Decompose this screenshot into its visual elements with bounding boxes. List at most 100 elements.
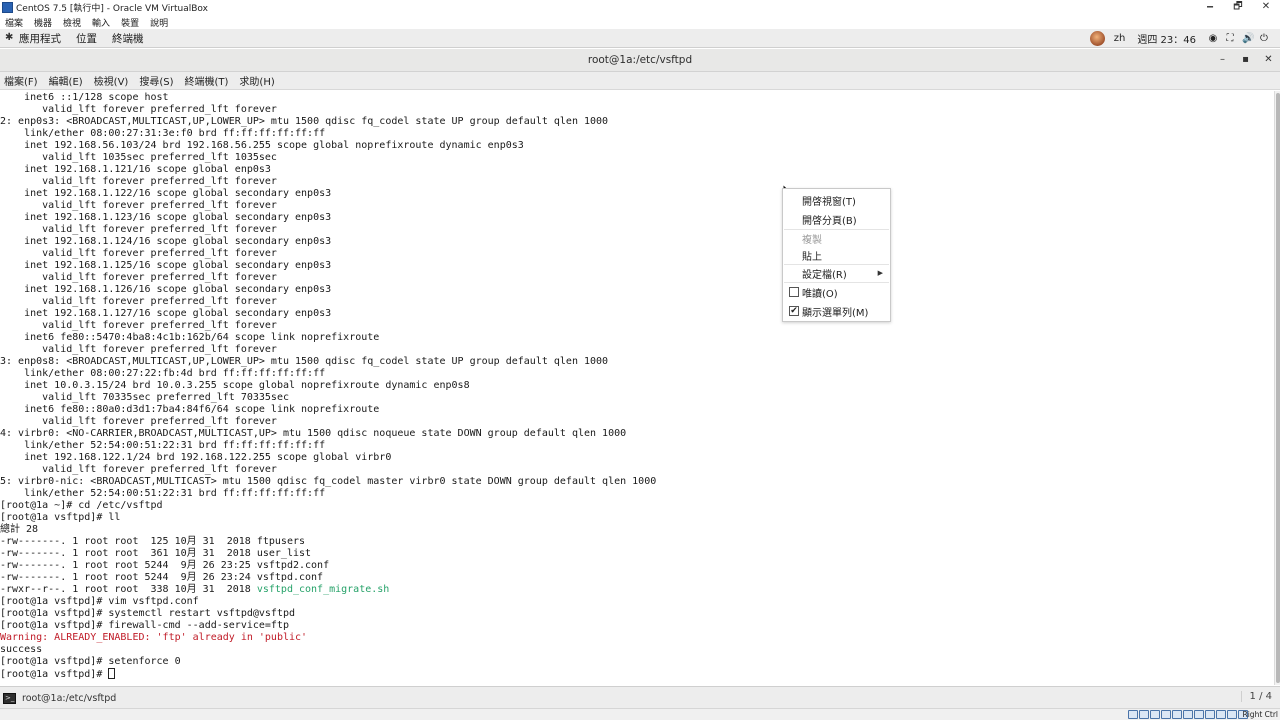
recording-icon[interactable] xyxy=(1205,710,1215,719)
host-key-label: Right Ctrl xyxy=(1242,710,1278,719)
terminal-line-text: valid_lft 1035sec preferred_lft 1035sec xyxy=(0,152,277,163)
terminal-line: -rw-------. 1 root root 125 10月 31 2018 … xyxy=(0,536,1274,548)
terminal-app-label: 終端機 xyxy=(112,32,144,45)
ctx-show-menubar[interactable]: 顯示選單列(M) xyxy=(802,304,868,319)
mouse-integration-icon[interactable] xyxy=(1227,710,1237,719)
terminal-line-text: link/ether 08:00:27:22:fb:4d brd ff:ff:f… xyxy=(0,368,326,379)
terminal-line-text: valid_lft forever preferred_lft forever xyxy=(0,248,277,259)
submenu-arrow-icon: ▶ xyxy=(877,269,883,277)
vbox-menu-file[interactable]: 檔案 xyxy=(5,16,23,29)
terminal-line-text: inet 192.168.122.1/24 brd 192.168.122.25… xyxy=(0,452,392,463)
terminal-line-text: inet6 ::1/128 scope host xyxy=(0,92,169,103)
input-method-indicator[interactable]: zh xyxy=(1114,33,1126,44)
gnome-applications-menu[interactable]: ✱ 應用程式 xyxy=(0,31,61,46)
workspace-indicator[interactable]: 1 / 4 xyxy=(1240,691,1272,702)
vbox-menu-devices[interactable]: 裝置 xyxy=(121,16,139,29)
vbox-menu-help[interactable]: 說明 xyxy=(150,16,168,29)
vbox-statusbar: Right Ctrl xyxy=(0,708,1280,720)
power-icon[interactable]: ⏻ xyxy=(1259,33,1269,44)
terminal-line: link/ether 08:00:27:31:3e:f0 brd ff:ff:f… xyxy=(0,128,1274,140)
terminal-menu-terminal[interactable]: 終端機(T) xyxy=(185,73,229,88)
terminal-scrollbar[interactable] xyxy=(1274,91,1280,685)
terminal-menu-view[interactable]: 檢視(V) xyxy=(94,73,129,88)
gnome-status-area: zh 週四 23：46 ◉ ⛶ 🔊 ⏻ xyxy=(1089,29,1276,48)
terminal-line: [root@1a ~]# cd /etc/vsftpd xyxy=(0,500,1274,512)
terminal-menu-search[interactable]: 搜尋(S) xyxy=(139,73,173,88)
terminal-line-text: inet 192.168.1.122/16 scope global secon… xyxy=(0,188,332,199)
applications-icon: ✱ xyxy=(5,32,14,43)
shared-folder-icon[interactable] xyxy=(1183,710,1193,719)
terminal-line: inet 192.168.1.123/16 scope global secon… xyxy=(0,212,1274,224)
terminal-line-text: valid_lft forever preferred_lft forever xyxy=(0,224,277,235)
volume-icon[interactable]: 🔊 xyxy=(1242,33,1254,44)
ctx-read-only[interactable]: 唯讀(O) xyxy=(802,285,838,300)
terminal-line: inet6 fe80::5470:4ba8:4c1b:162b/64 scope… xyxy=(0,332,1274,344)
user-avatar-icon[interactable] xyxy=(1089,31,1105,46)
terminal-maximize-icon[interactable]: ▪ xyxy=(1234,52,1257,68)
ctx-open-window[interactable]: 開啓視窗(T) xyxy=(802,193,856,208)
vbox-menu-input[interactable]: 輸入 xyxy=(92,16,110,29)
terminal-line-text: inet 192.168.56.103/24 brd 192.168.56.25… xyxy=(0,140,524,151)
audio-icon[interactable] xyxy=(1150,710,1160,719)
gnome-places-menu[interactable]: 位置 xyxy=(76,31,97,46)
terminal-line: -rw-------. 1 root root 5244 9月 26 23:24… xyxy=(0,572,1274,584)
taskbar-terminal-item[interactable]: >_ root@1a:/etc/vsftpd xyxy=(3,690,116,706)
terminal-line: inet 192.168.1.126/16 scope global secon… xyxy=(0,284,1274,296)
accessibility-icon[interactable]: ◉ xyxy=(1208,33,1218,44)
close-icon[interactable]: ✕ xyxy=(1252,0,1280,15)
terminal-cursor xyxy=(108,668,116,679)
terminal-menu-help[interactable]: 求助(H) xyxy=(239,73,274,88)
scrollbar-thumb[interactable] xyxy=(1276,93,1280,683)
terminal-menu-file[interactable]: 檔案(F) xyxy=(4,73,38,88)
vbox-window-title: CentOS 7.5 [執行中] - Oracle VM VirtualBox xyxy=(16,4,208,14)
vbox-menu-view[interactable]: 檢視 xyxy=(63,16,81,29)
show-menubar-checkbox[interactable]: ✔ xyxy=(789,306,799,316)
terminal-line-text: -rw-------. 1 root root 5244 9月 26 23:24… xyxy=(0,572,324,583)
terminal-line-text: [root@1a vsftpd]# vim vsftpd.conf xyxy=(0,596,199,607)
clock[interactable]: 週四 23：46 xyxy=(1137,31,1196,46)
readonly-checkbox[interactable] xyxy=(789,287,799,297)
executable-filename: vsftpd_conf_migrate.sh xyxy=(256,584,390,595)
terminal-line-text: inet 192.168.1.127/16 scope global secon… xyxy=(0,308,332,319)
terminal-line: success xyxy=(0,644,1274,656)
terminal-line: [root@1a vsftpd]# vim vsftpd.conf xyxy=(0,596,1274,608)
terminal-line-text: 總計 28 xyxy=(0,524,39,535)
terminal-line: valid_lft forever preferred_lft forever xyxy=(0,296,1274,308)
terminal-title-bar: root@1a:/etc/vsftpd – ▪ ✕ xyxy=(0,49,1280,72)
cpu-icon[interactable] xyxy=(1216,710,1226,719)
hdd-icon[interactable] xyxy=(1128,710,1138,719)
vbox-device-icons xyxy=(1127,710,1248,719)
terminal-line-text: valid_lft forever preferred_lft forever xyxy=(0,416,277,427)
terminal-output[interactable]: inet6 ::1/128 scope host valid_lft forev… xyxy=(0,91,1274,685)
terminal-line-text: 2: enp0s3: <BROADCAST,MULTICAST,UP,LOWER… xyxy=(0,116,609,127)
terminal-line: valid_lft forever preferred_lft forever xyxy=(0,248,1274,260)
terminal-line-text: valid_lft forever preferred_lft forever xyxy=(0,464,277,475)
vbox-menu-machine[interactable]: 機器 xyxy=(34,16,52,29)
terminal-minimize-icon[interactable]: – xyxy=(1211,52,1234,68)
network-adapter-icon[interactable] xyxy=(1161,710,1171,719)
ctx-separator xyxy=(784,264,889,265)
display-icon[interactable] xyxy=(1194,710,1204,719)
terminal-line-text: inet 192.168.1.123/16 scope global secon… xyxy=(0,212,332,223)
ctx-open-tab[interactable]: 開啓分頁(B) xyxy=(802,212,857,227)
terminal-menu-edit[interactable]: 編輯(E) xyxy=(49,73,83,88)
gnome-terminal-menu[interactable]: 終端機 xyxy=(112,31,144,46)
terminal-line: valid_lft forever preferred_lft forever xyxy=(0,200,1274,212)
ctx-paste[interactable]: 貼上 xyxy=(802,248,822,263)
restore-icon[interactable]: 🗗 xyxy=(1224,0,1252,15)
taskbar-item-label: root@1a:/etc/vsftpd xyxy=(22,692,117,704)
terminal-line-text: link/ether 52:54:00:51:22:31 brd ff:ff:f… xyxy=(0,440,326,451)
terminal-line: valid_lft forever preferred_lft forever xyxy=(0,272,1274,284)
ctx-profiles[interactable]: 設定檔(R) xyxy=(802,266,847,281)
usb-icon[interactable] xyxy=(1172,710,1182,719)
terminal-line: inet 192.168.1.124/16 scope global secon… xyxy=(0,236,1274,248)
network-icon[interactable]: ⛶ xyxy=(1225,33,1235,44)
terminal-line-text: valid_lft forever preferred_lft forever xyxy=(0,272,277,283)
minimize-icon[interactable]: 🗕 xyxy=(1196,0,1224,15)
vbox-window-controls: 🗕 🗗 ✕ xyxy=(1196,0,1280,15)
terminal-line: [root@1a vsftpd]# systemctl restart vsft… xyxy=(0,608,1274,620)
optical-drive-icon[interactable] xyxy=(1139,710,1149,719)
terminal-close-icon[interactable]: ✕ xyxy=(1257,52,1280,68)
terminal-line: link/ether 52:54:00:51:22:31 brd ff:ff:f… xyxy=(0,488,1274,500)
terminal-line: valid_lft 1035sec preferred_lft 1035sec xyxy=(0,152,1274,164)
